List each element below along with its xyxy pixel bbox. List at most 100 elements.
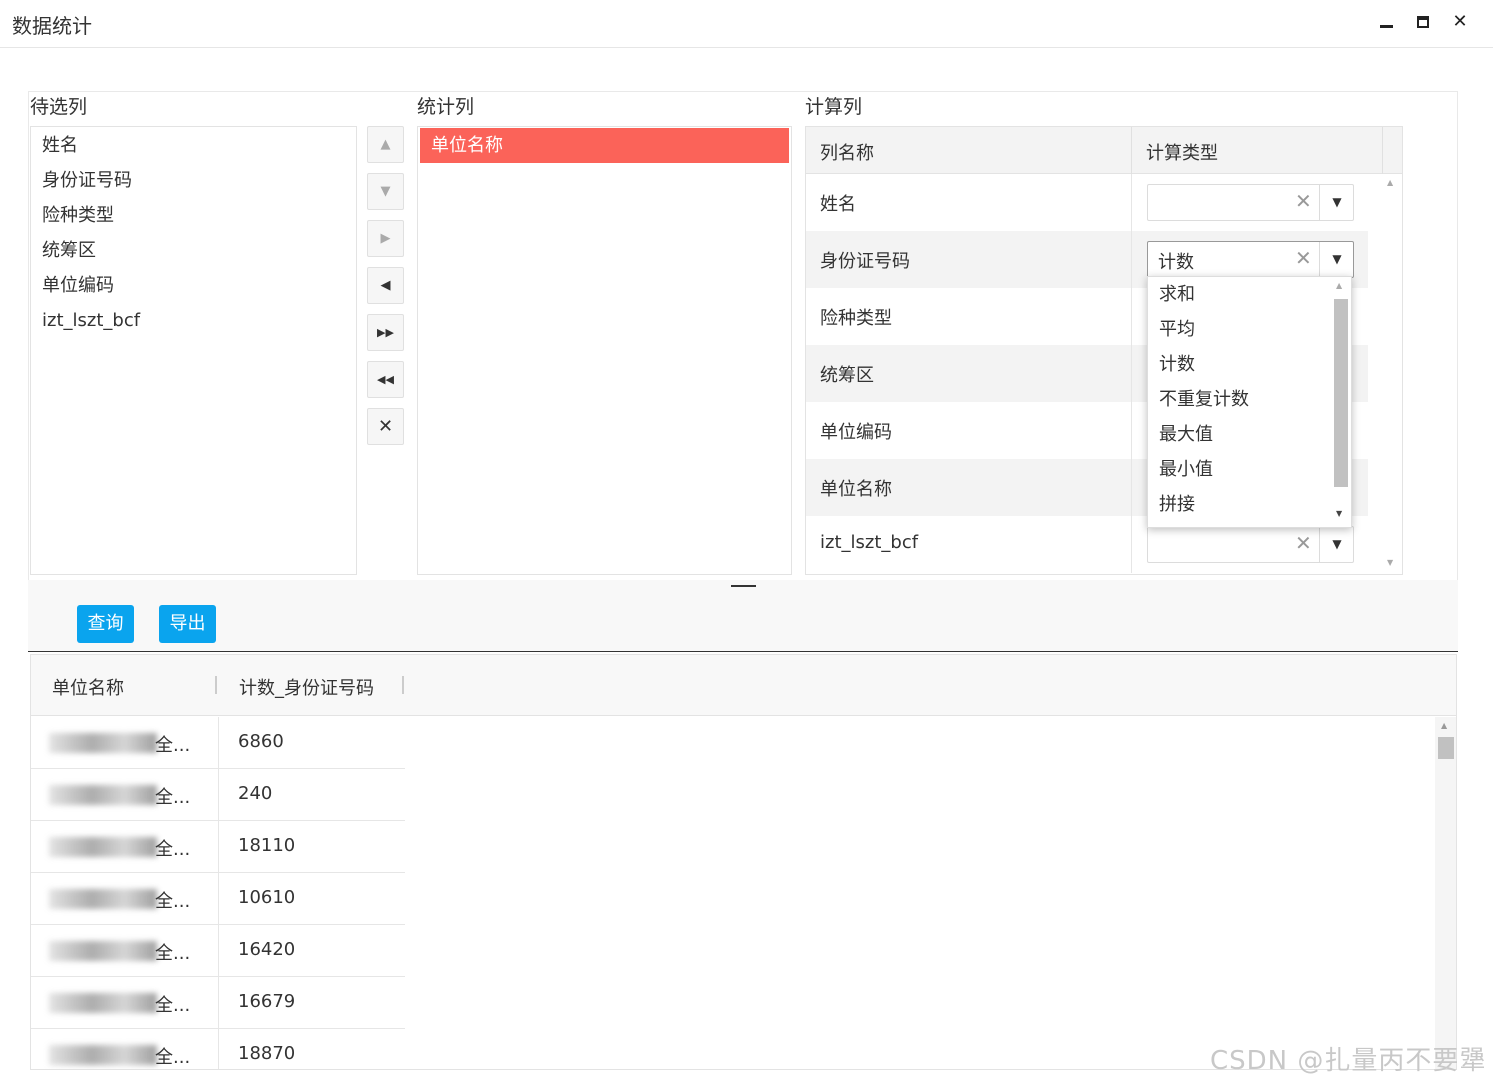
unit-cell: 全...: [31, 977, 219, 1029]
move-left-button[interactable]: ◀: [367, 267, 404, 304]
triangle-left-icon: ◀: [380, 278, 391, 293]
close-button[interactable]: ✕: [1446, 8, 1474, 36]
table-row[interactable]: 全... 16420: [31, 925, 405, 977]
calc-row-name: 险种类型: [820, 308, 892, 329]
scroll-up-icon[interactable]: ▲: [1441, 721, 1447, 730]
table-row[interactable]: 全... 6860: [31, 717, 405, 769]
candidate-item[interactable]: 姓名: [31, 128, 356, 163]
cell-divider: [1131, 231, 1132, 288]
triangle-down-icon: ▼: [380, 184, 391, 199]
count-cell: 16420: [238, 939, 296, 960]
dropdown-option[interactable]: 最大值: [1148, 417, 1351, 452]
result-header: 单位名称 计数_身份证号码: [31, 655, 1456, 716]
chevron-down-icon[interactable]: ▼: [1319, 185, 1354, 220]
stat-item-selected[interactable]: 单位名称: [420, 128, 789, 163]
candidate-item[interactable]: 险种类型: [31, 198, 356, 233]
triangle-up-icon: ▲: [380, 137, 391, 152]
clear-icon[interactable]: ✕: [1295, 531, 1312, 555]
dropdown-option[interactable]: 不重复计数: [1148, 382, 1351, 417]
scroll-down-icon[interactable]: ▼: [1336, 509, 1342, 518]
calc-row-name: 统筹区: [820, 365, 874, 386]
calc-type-combo[interactable]: ✕ ▼: [1147, 184, 1354, 221]
calc-type-combo[interactable]: 计数 ✕ ▼: [1147, 241, 1354, 278]
redacted-text: [49, 941, 157, 961]
maximize-icon: [1417, 16, 1429, 28]
calc-scrollbar[interactable]: ▲ ▼: [1381, 174, 1402, 574]
unit-suffix: 全...: [155, 891, 191, 912]
maximize-button[interactable]: [1409, 8, 1437, 36]
candidate-item[interactable]: 统筹区: [31, 233, 356, 268]
cell-divider: [1131, 174, 1132, 231]
table-row[interactable]: 全... 10610: [31, 873, 405, 925]
move-all-right-button[interactable]: ▶▶: [367, 314, 404, 351]
count-cell: 16679: [238, 991, 296, 1012]
minimize-icon: [1379, 24, 1393, 28]
count-cell: 18110: [238, 835, 296, 856]
table-row[interactable]: 全... 240: [31, 769, 405, 821]
chevron-down-icon[interactable]: ▼: [1319, 242, 1354, 277]
triangle-right-icon: ▶: [380, 231, 391, 246]
result-scrollbar[interactable]: ▲: [1435, 717, 1456, 1069]
unit-suffix: 全...: [155, 839, 191, 860]
calc-type-dropdown[interactable]: 求和 平均 计数 不重复计数 最大值 最小值 拼接 ▲ ▼: [1147, 276, 1352, 528]
cell-divider: [1131, 402, 1132, 459]
column-resizer[interactable]: [215, 676, 217, 694]
dropdown-option[interactable]: 求和: [1148, 277, 1351, 312]
unit-cell: 全...: [31, 769, 219, 821]
double-left-icon: ◀◀: [377, 373, 394, 386]
col-type-header: 计算类型: [1146, 143, 1218, 164]
action-toolbar: [28, 580, 1458, 652]
table-row[interactable]: 全... 18110: [31, 821, 405, 873]
dropdown-option[interactable]: 最小值: [1148, 452, 1351, 487]
export-button[interactable]: 导出: [159, 605, 216, 643]
move-all-left-button[interactable]: ◀◀: [367, 361, 404, 398]
column-resizer[interactable]: [402, 676, 404, 694]
table-row[interactable]: 全... 18870: [31, 1029, 405, 1069]
clear-button[interactable]: ✕: [367, 408, 404, 445]
combo-value: 计数: [1158, 252, 1194, 273]
scroll-down-icon[interactable]: ▼: [1387, 558, 1393, 567]
cell-divider: [1131, 516, 1132, 573]
splitter-handle[interactable]: [731, 585, 756, 587]
candidate-item[interactable]: 身份证号码: [31, 163, 356, 198]
candidate-item[interactable]: izt_lszt_bcf: [31, 303, 356, 338]
double-right-icon: ▶▶: [377, 326, 394, 339]
unit-cell: 全...: [31, 717, 219, 769]
query-button[interactable]: 查询: [77, 605, 134, 643]
close-icon: ✕: [1452, 11, 1468, 32]
clear-icon[interactable]: ✕: [1295, 246, 1312, 270]
move-down-button[interactable]: ▼: [367, 173, 404, 210]
table-row[interactable]: 全... 16679: [31, 977, 405, 1029]
watermark: CSDN @扎量丙不要犟: [1210, 1046, 1487, 1076]
redacted-text: [49, 733, 157, 753]
dropdown-option[interactable]: 平均: [1148, 312, 1351, 347]
unit-suffix: 全...: [155, 943, 191, 964]
result-col-count[interactable]: 计数_身份证号码: [239, 674, 374, 700]
minimize-button[interactable]: [1372, 8, 1400, 36]
dropdown-option[interactable]: 拼接: [1148, 487, 1351, 522]
count-cell: 6860: [238, 731, 284, 752]
dropdown-option[interactable]: 计数: [1148, 347, 1351, 382]
clear-icon[interactable]: ✕: [1295, 189, 1312, 213]
redacted-text: [49, 993, 157, 1013]
header-divider: [1382, 127, 1383, 174]
stat-list[interactable]: 单位名称: [417, 126, 792, 575]
candidate-item[interactable]: 单位编码: [31, 268, 356, 303]
candidate-list[interactable]: 姓名 身份证号码 险种类型 统筹区 单位编码 izt_lszt_bcf: [30, 126, 357, 575]
scroll-up-icon[interactable]: ▲: [1336, 281, 1342, 290]
cell-divider: [1131, 345, 1132, 402]
move-up-button[interactable]: ▲: [367, 126, 404, 163]
scrollbar-thumb[interactable]: [1438, 737, 1454, 759]
result-grid: 单位名称 计数_身份证号码 全... 6860 全... 240 全... 18…: [30, 654, 1457, 1070]
unit-cell: 全...: [31, 925, 219, 977]
count-cell: 240: [238, 783, 273, 804]
dropdown-scrollbar[interactable]: ▲ ▼: [1332, 279, 1350, 525]
chevron-down-icon[interactable]: ▼: [1319, 527, 1354, 562]
unit-suffix: 全...: [155, 735, 191, 756]
scroll-up-icon[interactable]: ▲: [1387, 178, 1393, 187]
calc-type-combo[interactable]: ✕ ▼: [1147, 526, 1354, 563]
result-col-unit[interactable]: 单位名称: [52, 674, 124, 700]
move-right-button[interactable]: ▶: [367, 220, 404, 257]
unit-suffix: 全...: [155, 787, 191, 808]
scrollbar-thumb[interactable]: [1334, 299, 1348, 487]
